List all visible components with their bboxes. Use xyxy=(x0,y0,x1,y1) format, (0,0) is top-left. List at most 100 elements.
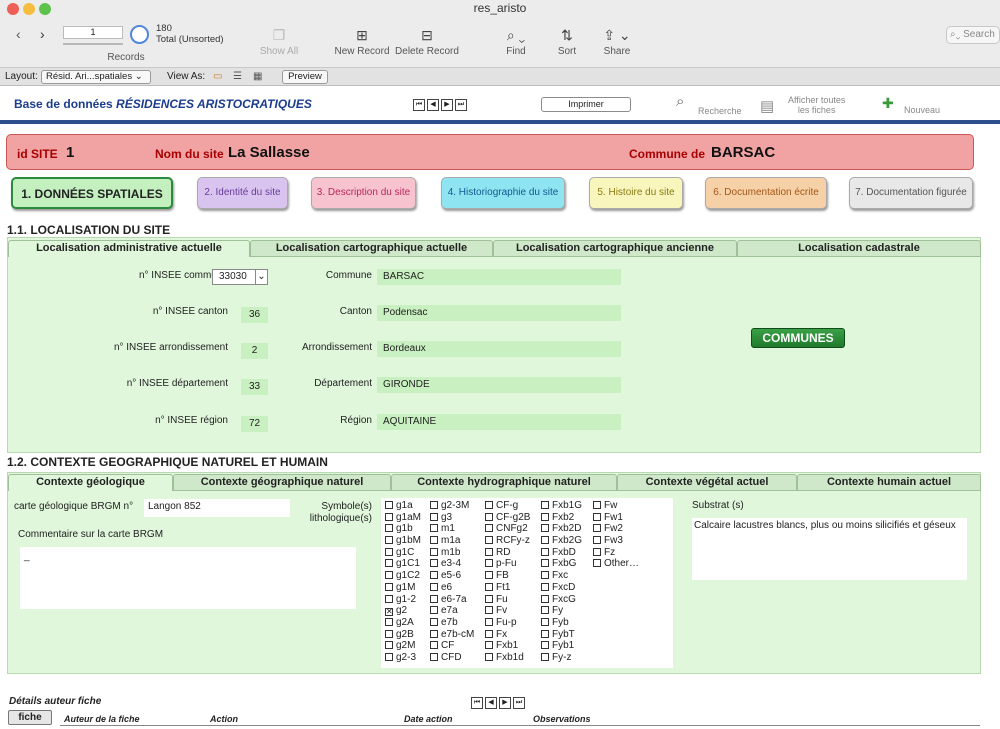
print-button[interactable]: Imprimer xyxy=(541,97,631,112)
chevron-down-icon[interactable]: ⌄ xyxy=(255,270,267,284)
checkbox[interactable] xyxy=(541,501,549,509)
symbol-option[interactable]: Fw1 xyxy=(593,512,639,524)
symbol-option[interactable]: Fy-z xyxy=(541,652,582,664)
tab-figurative-documentation[interactable]: 7. Documentation figurée xyxy=(849,177,973,209)
symbol-option[interactable]: CF-g xyxy=(485,500,530,512)
symbol-option[interactable]: Fxb1 xyxy=(485,640,530,652)
checkbox[interactable] xyxy=(385,582,393,591)
checkbox[interactable] xyxy=(541,641,549,650)
new-record-button[interactable]: ⊞ New Record xyxy=(328,24,396,57)
record-slider[interactable] xyxy=(63,43,123,45)
subtab-cartographic-old[interactable]: Localisation cartographique ancienne xyxy=(493,240,737,257)
symbol-option[interactable]: g2-3M xyxy=(430,500,474,512)
checkbox[interactable] xyxy=(485,652,493,661)
symbol-option[interactable]: RCFy-z xyxy=(485,535,530,547)
symbol-option[interactable]: Fxb2G xyxy=(541,535,582,547)
checkbox[interactable] xyxy=(385,641,393,650)
footer-next-icon[interactable]: ▶ xyxy=(499,697,511,709)
fiche-button[interactable]: fiche xyxy=(8,710,52,725)
footer-prev-icon[interactable]: ◀ xyxy=(485,697,497,709)
symbol-option[interactable]: FxcG xyxy=(541,594,582,606)
subtab-geographic[interactable]: Contexte géographique naturel xyxy=(173,474,391,491)
checkbox[interactable] xyxy=(430,547,438,556)
checkbox[interactable] xyxy=(430,606,438,615)
zoom-window-button[interactable] xyxy=(39,3,51,15)
checkbox[interactable] xyxy=(485,501,493,509)
symbol-option[interactable]: g1C xyxy=(385,547,421,559)
insee-value-field[interactable]: 2 xyxy=(241,343,268,359)
symbol-option[interactable]: FybT xyxy=(541,629,582,641)
symbol-option[interactable]: g1C2 xyxy=(385,570,421,582)
checkbox[interactable] xyxy=(430,594,438,603)
checkbox[interactable] xyxy=(385,629,393,638)
admin-unit-field[interactable]: Bordeaux xyxy=(377,341,621,357)
site-name-value[interactable]: La Sallasse xyxy=(228,144,310,161)
symbol-option[interactable]: e6-7a xyxy=(430,594,474,606)
symbol-option[interactable]: Fxb2D xyxy=(541,523,582,535)
symbol-option[interactable]: Fy xyxy=(541,605,582,617)
checkbox[interactable] xyxy=(485,547,493,556)
site-id-value[interactable]: 1 xyxy=(66,144,74,161)
back-arrow-icon[interactable]: ‹ xyxy=(16,26,21,42)
checkbox[interactable] xyxy=(541,512,549,521)
symbol-option[interactable]: Fxb1G xyxy=(541,500,582,512)
share-button[interactable]: ⇪ ⌄ Share xyxy=(597,24,637,57)
form-view-icon[interactable]: ▭ xyxy=(213,68,222,85)
symbol-option[interactable]: CF-g2B xyxy=(485,512,530,524)
checkbox[interactable] xyxy=(541,617,549,626)
symbol-option[interactable]: CF xyxy=(430,640,474,652)
symbol-option[interactable]: e7b-cM xyxy=(430,629,474,641)
checkbox[interactable] xyxy=(541,582,549,591)
checkbox[interactable] xyxy=(593,536,601,545)
previous-record-icon[interactable]: ◀ xyxy=(427,99,439,111)
tab-site-identity[interactable]: 2. Identité du site xyxy=(197,177,288,209)
symbol-option[interactable]: g1-2 xyxy=(385,594,421,606)
symbol-option[interactable]: Fxb1d xyxy=(485,652,530,664)
checkbox[interactable] xyxy=(430,652,438,661)
symbol-option[interactable]: CNFg2 xyxy=(485,523,530,535)
symbol-option[interactable]: g1C1 xyxy=(385,558,421,570)
symbol-option[interactable]: g1M xyxy=(385,582,421,594)
delete-record-button[interactable]: ⊟ Delete Record xyxy=(393,24,461,57)
insee-value-field[interactable]: 36 xyxy=(241,307,268,323)
checkbox[interactable] xyxy=(430,582,438,591)
checkbox[interactable] xyxy=(541,559,549,568)
subtab-cadastral[interactable]: Localisation cadastrale xyxy=(737,240,981,257)
symbol-option[interactable]: CFD xyxy=(430,652,474,664)
preview-button[interactable]: Preview xyxy=(282,70,328,84)
symbol-option[interactable]: g1a xyxy=(385,500,421,512)
layout-select[interactable]: Résid. Ari...spatiales ⌄ xyxy=(41,70,151,84)
communes-button[interactable]: COMMUNES xyxy=(751,328,845,348)
symbol-option[interactable]: FxcD xyxy=(541,582,582,594)
symbol-option[interactable]: g2A xyxy=(385,617,421,629)
symbol-option[interactable]: m1a xyxy=(430,535,474,547)
checkbox[interactable] xyxy=(385,571,393,580)
symbol-option[interactable]: Other… xyxy=(593,558,639,570)
checkbox[interactable] xyxy=(541,629,549,638)
sort-button[interactable]: ⇅ Sort xyxy=(549,24,585,57)
checkbox[interactable]: ✕ xyxy=(385,608,393,617)
footer-first-icon[interactable]: ⏮ xyxy=(471,697,483,709)
last-record-icon[interactable]: ⏭ xyxy=(455,99,467,111)
checkbox[interactable] xyxy=(593,501,601,509)
insee-value-field[interactable]: 33 xyxy=(241,379,268,395)
subtab-vegetal[interactable]: Contexte végétal actuel xyxy=(617,474,797,491)
symbol-option[interactable]: FxbD xyxy=(541,547,582,559)
checkbox[interactable] xyxy=(430,501,438,509)
symbol-option[interactable]: FB xyxy=(485,570,530,582)
table-view-icon[interactable]: ▦ xyxy=(253,68,262,85)
checkbox[interactable] xyxy=(541,536,549,545)
checkbox[interactable] xyxy=(385,512,393,521)
symbol-option[interactable]: e5-6 xyxy=(430,570,474,582)
subtab-human[interactable]: Contexte humain actuel xyxy=(797,474,981,491)
symbol-option[interactable]: Fyb1 xyxy=(541,640,582,652)
footer-last-icon[interactable]: ⏭ xyxy=(513,697,525,709)
minimize-window-button[interactable] xyxy=(23,3,35,15)
checkbox[interactable] xyxy=(485,641,493,650)
symbol-option[interactable]: e7a xyxy=(430,605,474,617)
symbol-option[interactable]: e6 xyxy=(430,582,474,594)
checkbox[interactable] xyxy=(385,559,393,568)
forward-arrow-icon[interactable]: › xyxy=(40,26,45,42)
symbol-option[interactable]: m1 xyxy=(430,523,474,535)
symbol-option[interactable]: Fyb xyxy=(541,617,582,629)
